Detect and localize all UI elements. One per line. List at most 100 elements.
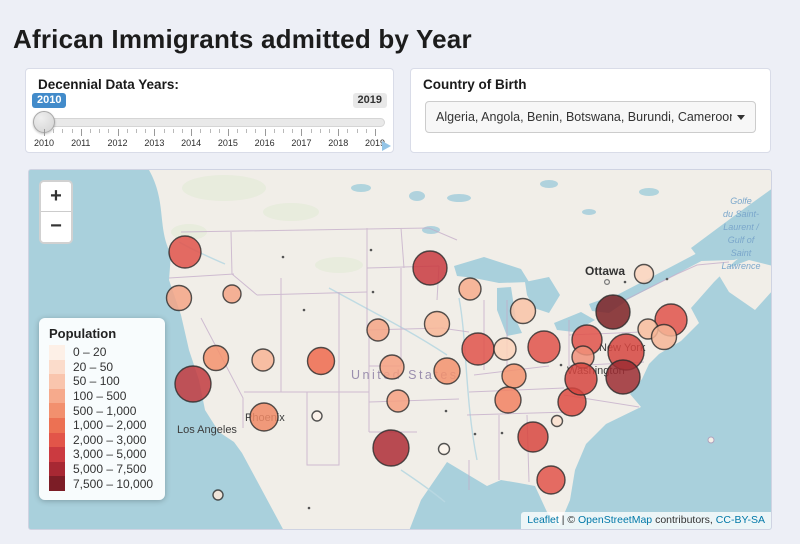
slider-tick-grid: 2010201120122013201420152016201720182019 xyxy=(44,129,375,149)
population-circle[interactable] xyxy=(652,325,677,350)
legend-swatch xyxy=(49,345,65,360)
legend-title: Population xyxy=(49,326,153,341)
legend-row: 3,000 – 5,000 xyxy=(49,447,153,462)
population-circle[interactable] xyxy=(373,430,409,466)
population-circle[interactable] xyxy=(425,312,450,337)
leaflet-map[interactable]: United States Los Angeles Phoenix Ottawa… xyxy=(28,169,772,530)
population-circle[interactable] xyxy=(462,333,494,365)
population-circle[interactable] xyxy=(494,338,516,360)
population-circle[interactable] xyxy=(565,363,597,395)
chevron-down-icon xyxy=(737,115,745,120)
population-circle[interactable] xyxy=(528,331,560,363)
legend-label: 20 – 50 xyxy=(73,360,113,374)
year-slider[interactable]: 2010 2019 201020112012201320142015201620… xyxy=(34,93,385,149)
legend-swatch xyxy=(49,447,65,462)
map-zoom-control: + − xyxy=(39,180,73,244)
osm-link[interactable]: OpenStreetMap xyxy=(578,514,652,526)
slider-tick-label: 2016 xyxy=(255,138,275,148)
map-attribution: Leaflet | © OpenStreetMap contributors, … xyxy=(521,512,771,529)
legend-swatch xyxy=(49,374,65,389)
legend-row: 50 – 100 xyxy=(49,374,153,389)
legend-label: 3,000 – 5,000 xyxy=(73,447,146,461)
slider-tick-label: 2010 xyxy=(34,138,54,148)
legend-label: 50 – 100 xyxy=(73,374,120,388)
legend-row: 5,000 – 7,500 xyxy=(49,462,153,477)
legend-swatch xyxy=(49,433,65,448)
population-circle[interactable] xyxy=(511,299,536,324)
zoom-in-button[interactable]: + xyxy=(41,182,71,212)
population-circle[interactable] xyxy=(167,286,192,311)
svg-text:Lawrence: Lawrence xyxy=(721,261,760,271)
population-circle[interactable] xyxy=(250,403,278,431)
population-circle[interactable] xyxy=(552,416,563,427)
svg-text:du Saint-: du Saint- xyxy=(723,209,759,219)
zoom-out-button[interactable]: − xyxy=(41,212,71,242)
legend-label: 2,000 – 3,000 xyxy=(73,433,146,447)
population-circle[interactable] xyxy=(252,349,274,371)
slider-play-icon[interactable] xyxy=(382,141,391,151)
legend-row: 1,000 – 2,000 xyxy=(49,418,153,433)
population-circle[interactable] xyxy=(312,411,322,421)
legend-row: 20 – 50 xyxy=(49,360,153,375)
leaflet-link[interactable]: Leaflet xyxy=(527,514,559,526)
population-circle[interactable] xyxy=(495,387,521,413)
population-circle[interactable] xyxy=(308,348,335,375)
population-circle[interactable] xyxy=(413,251,447,285)
legend-swatch xyxy=(49,476,65,491)
population-circle[interactable] xyxy=(434,358,460,384)
basemap-label-los-angeles: Los Angeles xyxy=(177,424,237,436)
population-circle[interactable] xyxy=(459,278,481,300)
legend-row: 500 – 1,000 xyxy=(49,403,153,418)
population-circle[interactable] xyxy=(367,319,389,341)
legend-row: 2,000 – 3,000 xyxy=(49,433,153,448)
slider-tick-label: 2011 xyxy=(71,138,90,148)
legend-swatch xyxy=(49,418,65,433)
population-circle[interactable] xyxy=(606,360,640,394)
legend-row: 7,500 – 10,000 xyxy=(49,476,153,491)
population-circle[interactable] xyxy=(213,490,223,500)
country-select[interactable]: Algeria, Angola, Benin, Botswana, Burund… xyxy=(425,101,756,133)
population-circle[interactable] xyxy=(518,422,548,452)
population-circle[interactable] xyxy=(204,346,229,371)
slider-tick-label: 2014 xyxy=(181,138,201,148)
legend-label: 100 – 500 xyxy=(73,389,126,403)
basemap-label-ottawa: Ottawa xyxy=(585,264,625,278)
population-circle[interactable] xyxy=(387,390,409,412)
country-select-label: Country of Birth xyxy=(423,77,527,92)
legend-swatch xyxy=(49,403,65,418)
license-link[interactable]: CC-BY-SA xyxy=(716,514,765,526)
slider-max-value-badge: 2019 xyxy=(353,93,387,108)
legend-label: 5,000 – 7,500 xyxy=(73,462,146,476)
svg-text:Saint: Saint xyxy=(731,248,752,258)
country-select-panel: Country of Birth Algeria, Angola, Benin,… xyxy=(410,68,771,153)
population-circle[interactable] xyxy=(635,265,654,284)
legend-swatch xyxy=(49,389,65,404)
slider-tick-label: 2017 xyxy=(291,138,311,148)
population-circle[interactable] xyxy=(439,444,450,455)
slider-tick-label: 2018 xyxy=(328,138,348,148)
population-circle[interactable] xyxy=(223,285,241,303)
legend-label: 1,000 – 2,000 xyxy=(73,418,146,432)
population-circle[interactable] xyxy=(380,355,404,379)
year-slider-panel: Decennial Data Years: 2010 2019 20102011… xyxy=(25,68,394,153)
slider-tick-label: 2013 xyxy=(144,138,164,148)
population-circle[interactable] xyxy=(502,364,526,388)
population-circle[interactable] xyxy=(537,466,565,494)
map-legend: Population 0 – 2020 – 5050 – 100100 – 50… xyxy=(39,318,165,500)
legend-swatch xyxy=(49,360,65,375)
population-circle[interactable] xyxy=(596,295,630,329)
legend-row: 100 – 500 xyxy=(49,389,153,404)
svg-text:Golfe: Golfe xyxy=(730,196,752,206)
population-circle[interactable] xyxy=(169,236,201,268)
slider-track[interactable] xyxy=(34,118,385,127)
slider-tick-label: 2012 xyxy=(108,138,128,148)
country-select-value: Algeria, Angola, Benin, Botswana, Burund… xyxy=(436,110,732,124)
legend-row: 0 – 20 xyxy=(49,345,153,360)
legend-label: 500 – 1,000 xyxy=(73,404,136,418)
svg-text:Laurent /: Laurent / xyxy=(723,222,760,232)
population-circle[interactable] xyxy=(175,366,211,402)
legend-label: 7,500 – 10,000 xyxy=(73,477,153,491)
legend-label: 0 – 20 xyxy=(73,345,106,359)
page-title: African Immigrants admitted by Year xyxy=(13,24,472,55)
svg-text:Gulf of: Gulf of xyxy=(728,235,756,245)
